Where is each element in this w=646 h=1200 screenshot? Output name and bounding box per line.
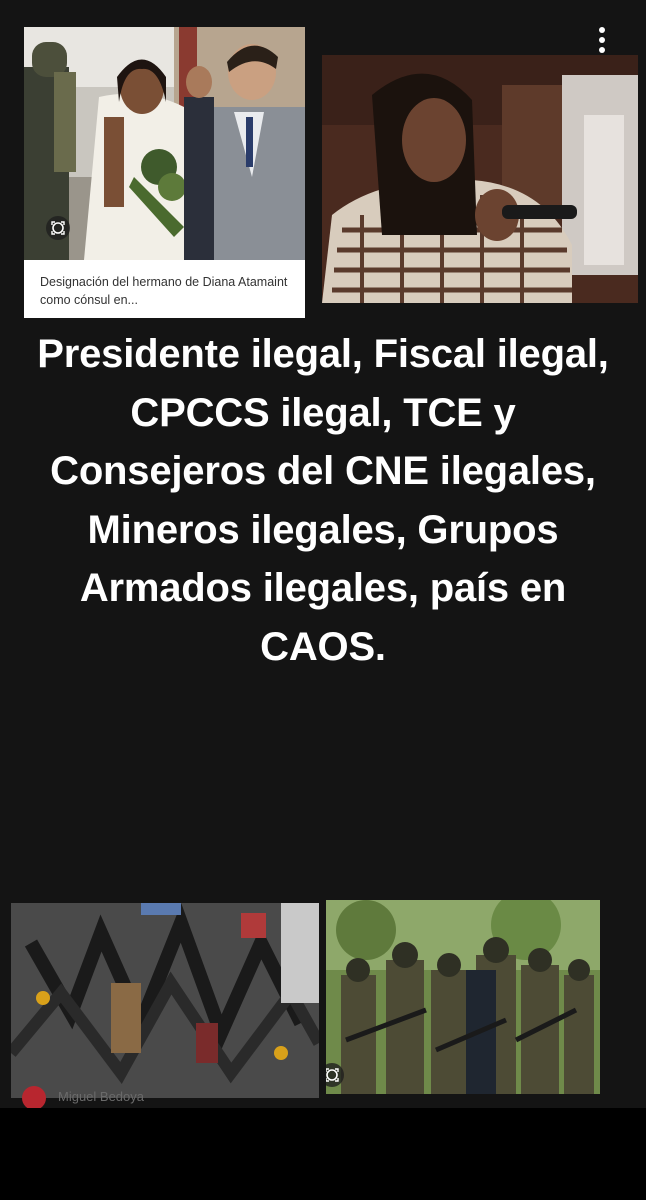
news-photo-couple [24, 27, 305, 260]
author-row[interactable]: Miguel Bedoya [22, 1086, 242, 1110]
lens-search-icon[interactable] [46, 216, 70, 240]
news-card-top-left[interactable]: Designación del hermano de Diana Atamain… [24, 27, 305, 318]
more-vertical-icon [599, 27, 605, 33]
photo-mining-debris[interactable] [11, 903, 319, 1098]
photo-woman-microphone[interactable] [322, 55, 638, 303]
author-name[interactable]: Miguel Bedoya [58, 1089, 144, 1104]
bottom-bar [0, 1108, 646, 1200]
news-caption[interactable]: Designación del hermano de Diana Atamain… [40, 273, 300, 309]
avatar[interactable] [22, 1086, 46, 1110]
photo-armed-group[interactable] [326, 900, 600, 1094]
lens-search-icon[interactable] [326, 1063, 344, 1087]
headline-text: Presidente ilegal, Fiscal ilegal, CPCCS … [37, 332, 609, 669]
more-options-button[interactable] [588, 22, 616, 58]
